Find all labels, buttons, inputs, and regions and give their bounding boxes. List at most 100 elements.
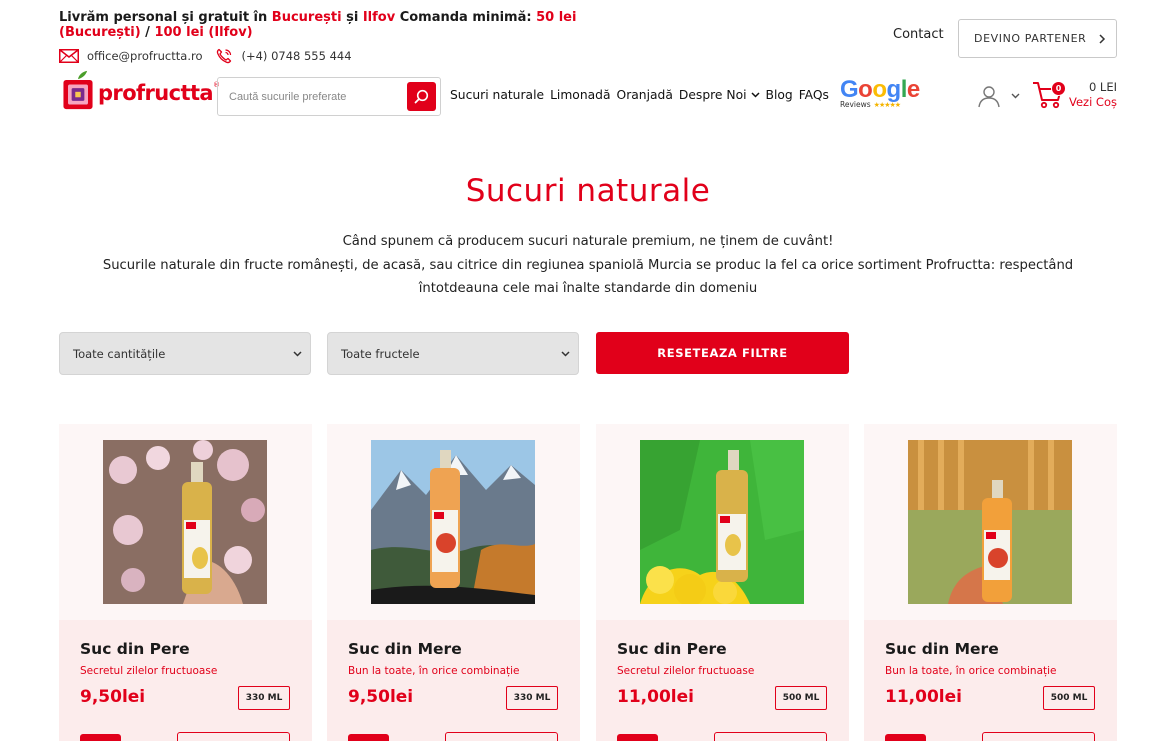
reset-filters-button[interactable]: RESETEAZA FILTRE <box>596 332 849 374</box>
product-details-button[interactable] <box>445 732 558 741</box>
nav-label: Despre Noi <box>678 88 747 102</box>
product-price: 9,50lei <box>80 687 146 707</box>
add-to-cart-button[interactable] <box>885 734 926 741</box>
nav-item-despre-noi[interactable]: Despre Noi <box>679 88 760 102</box>
product-card[interactable]: Suc din Mere Bun la toate, în orice comb… <box>864 424 1117 741</box>
chevron-down-icon <box>751 92 760 98</box>
google-wordmark: Google <box>840 78 920 102</box>
product-volume-badge: 330 ML <box>506 686 558 710</box>
chevron-down-icon <box>293 350 302 357</box>
product-card[interactable]: Suc din Pere Secretul zilelor fructuoase… <box>596 424 849 741</box>
product-tagline: Secretul zilelor fructuoase <box>617 665 755 677</box>
product-photo-apple-fence <box>908 440 1072 604</box>
search-icon <box>414 89 429 104</box>
page-intro: Când spunem că producem sucuri naturale … <box>90 230 1086 301</box>
product-image[interactable] <box>640 440 804 604</box>
add-to-cart-button[interactable] <box>617 734 658 741</box>
add-to-cart-button[interactable] <box>348 734 389 741</box>
product-tagline: Bun la toate, în orice combinație <box>885 665 1057 677</box>
product-name[interactable]: Suc din Pere <box>617 640 727 658</box>
profructta-logo-icon <box>63 70 93 110</box>
product-card[interactable]: Suc din Pere Secretul zilelor fructuoase… <box>59 424 312 741</box>
product-name[interactable]: Suc din Pere <box>80 640 190 658</box>
nav-item-limonada[interactable]: Limonadă <box>550 88 610 102</box>
quantity-filter-value: Toate cantitățile <box>73 346 166 361</box>
site-logo[interactable]: profructta ® <box>61 70 220 110</box>
email-link[interactable]: office@profructta.ro <box>59 49 202 63</box>
min-price-ilfov: 100 lei (Ilfov) <box>154 25 253 40</box>
product-photo-pear-green <box>640 440 804 604</box>
chevron-right-icon <box>1099 33 1106 44</box>
product-details-button[interactable] <box>714 732 827 741</box>
intro-line-1: Când spunem că producem sucuri naturale … <box>342 234 834 249</box>
shipping-slash: / <box>140 25 155 40</box>
phone-text: (+4) 0748 555 444 <box>241 49 352 63</box>
product-tagline: Bun la toate, în orice combinație <box>348 665 520 677</box>
phone-icon <box>217 48 232 64</box>
shipping-text: Livrăm personal și gratuit în București … <box>59 10 659 40</box>
product-name[interactable]: Suc din Mere <box>348 640 462 658</box>
nav-label: FAQs <box>798 88 829 102</box>
add-to-cart-button[interactable] <box>80 734 121 741</box>
nav-label: Blog <box>765 88 793 102</box>
product-volume-badge: 500 ML <box>1043 686 1095 710</box>
envelope-icon <box>59 49 79 63</box>
quantity-filter-select[interactable]: Toate cantitățile <box>59 332 311 375</box>
contact-info: office@profructta.ro (+4) 0748 555 444 <box>59 48 366 64</box>
email-text: office@profructta.ro <box>87 49 203 63</box>
google-letter: o <box>872 76 887 103</box>
reviews-label: Reviews <box>840 100 871 109</box>
cart-amount: 0 LEI <box>1088 80 1117 94</box>
intro-line-2: Sucurile naturale din fructe românești, … <box>102 257 1074 273</box>
product-volume-badge: 500 ML <box>775 686 827 710</box>
fruit-filter-value: Toate fructele <box>341 346 420 361</box>
contact-link[interactable]: Contact <box>893 27 944 42</box>
nav-label: Sucuri naturale <box>450 88 545 102</box>
product-details-button[interactable] <box>982 732 1095 741</box>
fruit-filter-select[interactable]: Toate fructele <box>327 332 579 375</box>
account-menu[interactable] <box>977 84 1020 108</box>
search-box <box>217 77 441 116</box>
nav-item-sucuri-naturale[interactable]: Sucuri naturale <box>450 88 544 102</box>
nav-label: Limonadă <box>550 88 611 102</box>
nav-item-blog[interactable]: Blog <box>766 88 793 102</box>
google-reviews-badge[interactable]: Google Reviews ★★★★★ <box>840 78 920 110</box>
product-volume-badge: 330 ML <box>238 686 290 710</box>
partner-label: DEVINO PARTENER <box>974 32 1087 45</box>
chevron-down-icon <box>1011 93 1020 99</box>
product-price: 9,50lei <box>348 687 414 707</box>
logo-wordmark: profructta <box>98 81 214 105</box>
become-partner-button[interactable]: DEVINO PARTENER <box>958 19 1117 58</box>
phone-link[interactable]: (+4) 0748 555 444 <box>216 48 352 64</box>
cart-summary[interactable]: 0 LEI Vezi Coș <box>1069 80 1117 110</box>
shipping-prefix: Livrăm personal și gratuit în <box>59 10 272 25</box>
cart-button[interactable]: 0 <box>1032 79 1066 115</box>
min-order-label: Comanda minimă: <box>395 10 537 25</box>
product-name[interactable]: Suc din Mere <box>885 640 999 658</box>
product-image[interactable] <box>103 440 267 604</box>
user-icon <box>978 86 1000 108</box>
product-details-button[interactable] <box>177 732 290 741</box>
product-card[interactable]: Suc din Mere Bun la toate, în orice comb… <box>327 424 580 741</box>
product-price: 11,00lei <box>617 687 694 707</box>
product-info: Suc din Mere Bun la toate, în orice comb… <box>327 620 580 741</box>
product-info: Suc din Pere Secretul zilelor fructuoase… <box>59 620 312 741</box>
google-letter: g <box>886 76 902 103</box>
product-photo-apple-mountains <box>371 440 535 604</box>
nav-item-faqs[interactable]: FAQs <box>799 88 829 102</box>
nav-item-oranjada[interactable]: Oranjadă <box>617 88 673 102</box>
city-bucuresti: București <box>271 10 342 25</box>
star-rating: ★★★★★ <box>873 100 901 109</box>
search-input[interactable] <box>218 78 407 115</box>
product-image[interactable] <box>371 440 535 604</box>
product-info: Suc din Pere Secretul zilelor fructuoase… <box>596 620 849 741</box>
product-image[interactable] <box>908 440 1072 604</box>
view-cart-link[interactable]: Vezi Coș <box>1069 95 1117 110</box>
search-button[interactable] <box>407 82 436 111</box>
page-title: Sucuri naturale <box>465 173 711 209</box>
cart-count-badge: 0 <box>1051 81 1066 96</box>
product-tagline: Secretul zilelor fructuoase <box>80 665 218 677</box>
intro-line-3: întotdeauna cele mai înalte standarde di… <box>418 281 758 296</box>
google-letter: o <box>858 76 873 103</box>
city-ilfov: Ilfov <box>362 10 396 25</box>
